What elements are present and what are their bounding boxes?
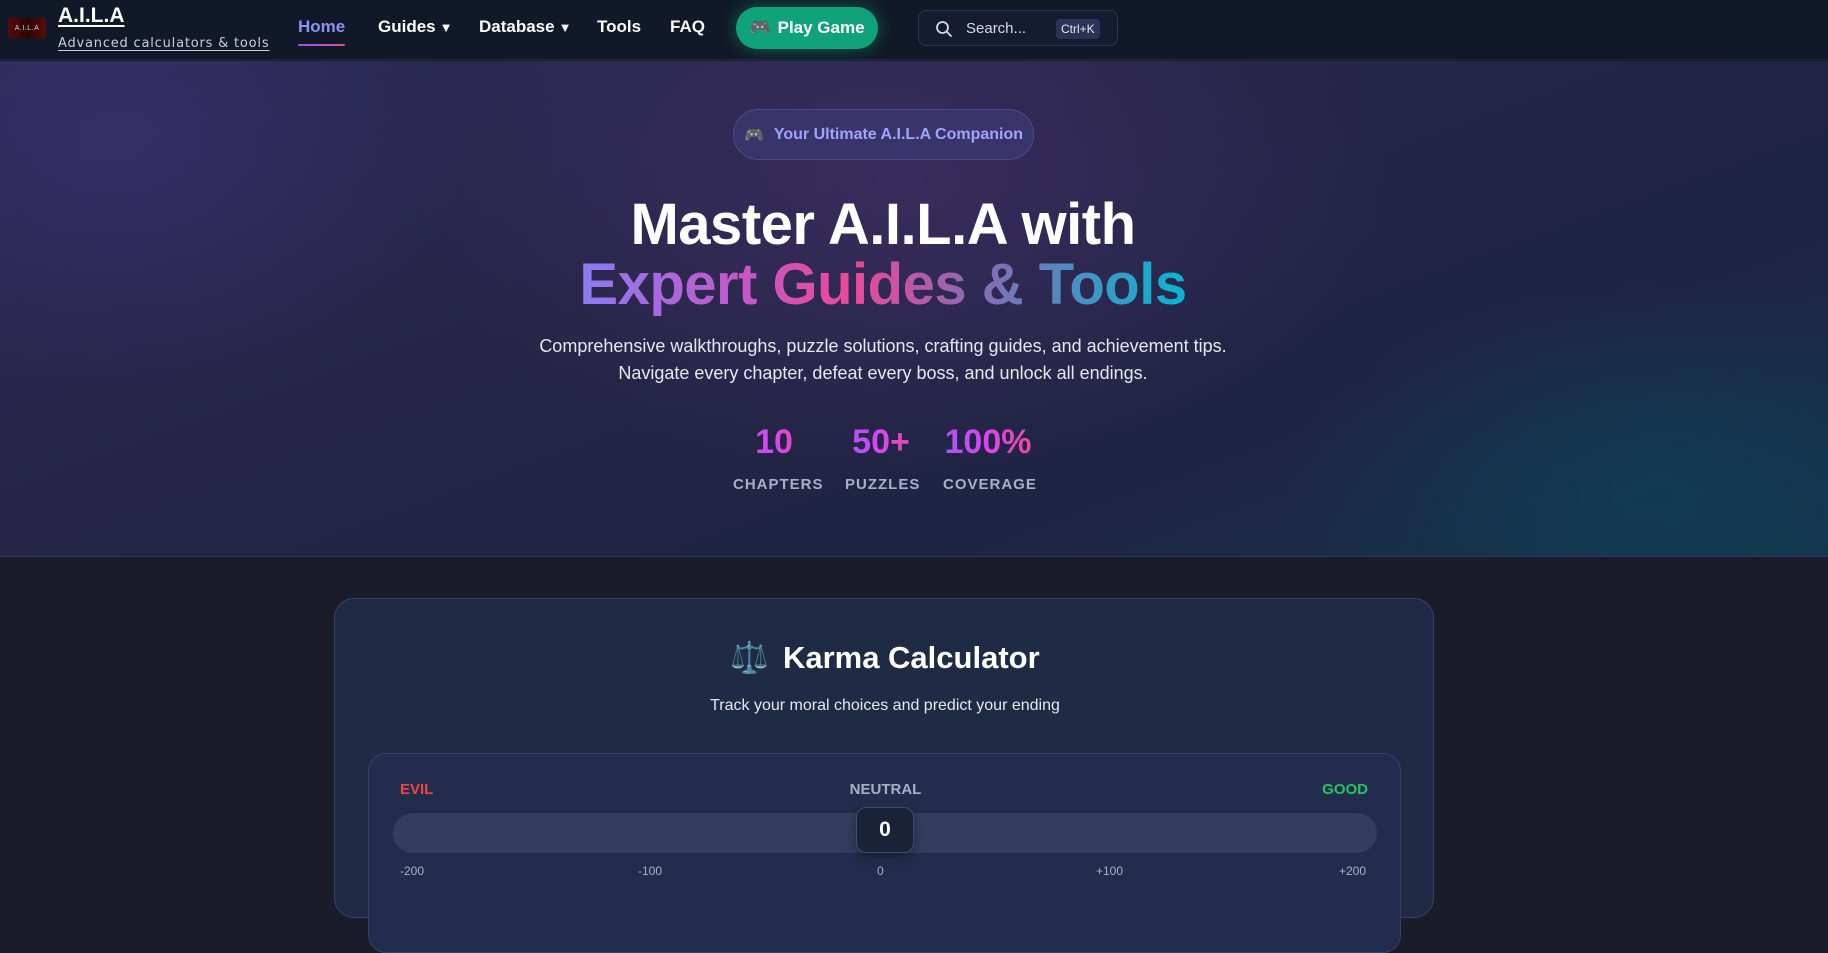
hero-title-gradient-text: Expert Guides & Tools <box>579 252 1187 317</box>
play-game-label: Play Game <box>777 18 865 37</box>
chevron-down-icon: ▼ <box>439 20 453 35</box>
karma-calculator-title: ⚖️ Karma Calculator <box>335 639 1435 676</box>
hero-description-line1: Comprehensive walkthroughs, puzzle solut… <box>539 336 1227 356</box>
play-game-button[interactable]: 🎮 Play Game <box>736 7 878 49</box>
karma-calculator-card: ⚖️ Karma Calculator Track your moral cho… <box>334 598 1435 953</box>
hero-description-line2: Navigate every chapter, defeat every bos… <box>618 363 1148 383</box>
top-navbar: A.I.L.A A.I.L.A Advanced calculators & t… <box>0 0 1828 60</box>
karma-tick-min: -200 <box>400 864 425 878</box>
hero-title-line1: Master A.I.L.A with <box>630 192 1136 257</box>
stat-label: CHAPTERS <box>733 476 824 493</box>
nav-guides[interactable]: Guides ▼ <box>378 17 453 37</box>
nav-tools[interactable]: Tools <box>597 17 641 37</box>
stat-coverage: 100% COVERAGE <box>943 423 1037 493</box>
stat-value: 10 <box>733 423 815 462</box>
gamepad-icon: 🎮 <box>743 126 764 144</box>
search-icon <box>936 21 952 37</box>
search-input[interactable]: Search... Ctrl+K <box>918 10 1118 46</box>
search-shortcut-badge: Ctrl+K <box>1056 19 1100 39</box>
stat-chapters: 10 CHAPTERS <box>733 423 824 493</box>
nav-home-label: Home <box>298 17 346 36</box>
gamepad-icon: 🎮 <box>749 18 771 37</box>
karma-tick-minus-100: -100 <box>638 864 663 878</box>
stat-label: COVERAGE <box>943 476 1037 493</box>
nav-database-label: Database <box>479 17 555 36</box>
nav-database[interactable]: Database ▼ <box>479 17 571 37</box>
hero-description: Comprehensive walkthroughs, puzzle solut… <box>0 333 1766 387</box>
karma-calculator-title-text: Karma Calculator <box>782 639 1040 675</box>
hero-section: 🎮 Your Ultimate A.I.L.A Companion Master… <box>0 61 1828 557</box>
karma-label-good: GOOD <box>1322 781 1368 798</box>
nav-faq[interactable]: FAQ <box>670 17 705 37</box>
nav-guides-label: Guides <box>378 17 436 36</box>
logo-image[interactable]: A.I.L.A <box>8 18 46 38</box>
karma-tick-max: +200 <box>1339 864 1367 878</box>
scales-icon: ⚖️ <box>730 640 769 675</box>
karma-slider-thumb[interactable]: 0 <box>856 807 914 853</box>
karma-label-neutral: NEUTRAL <box>849 781 922 798</box>
nav-tools-label: Tools <box>597 17 642 36</box>
brand-subtitle[interactable]: Advanced calculators & tools <box>58 36 269 51</box>
hero-badge: 🎮 Your Ultimate A.I.L.A Companion <box>733 109 1034 160</box>
hero-badge-text: Your Ultimate A.I.L.A Companion <box>773 125 1024 143</box>
logo-text: A.I.L.A <box>14 24 40 32</box>
nav-home[interactable]: Home <box>298 17 346 46</box>
stat-label: PUZZLES <box>845 476 921 493</box>
karma-calculator-subtitle: Track your moral choices and predict you… <box>710 697 1060 714</box>
stat-value: 50+ <box>845 423 917 462</box>
karma-tick-zero: 0 <box>877 864 884 878</box>
karma-tick-plus-100: +100 <box>1096 864 1124 878</box>
brand-title[interactable]: A.I.L.A <box>58 4 125 28</box>
stat-value: 100% <box>944 423 1032 461</box>
nav-faq-label: FAQ <box>670 17 705 36</box>
stat-puzzles: 50+ PUZZLES <box>845 423 921 493</box>
search-placeholder: Search... <box>966 20 1027 37</box>
karma-meter-panel: EVIL NEUTRAL GOOD 0 -200 -100 0 +100 +20… <box>368 753 1401 953</box>
hero-title-line2: Expert Guides & Tools <box>0 251 1766 318</box>
chevron-down-icon: ▼ <box>558 20 572 35</box>
